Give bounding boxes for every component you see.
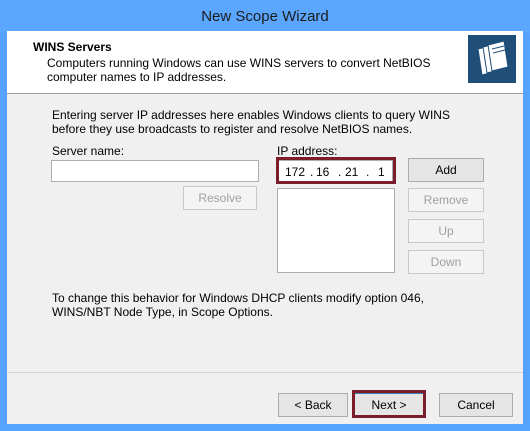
add-button[interactable]: Add	[408, 158, 484, 182]
down-button[interactable]: Down	[408, 250, 484, 274]
resolve-button[interactable]: Resolve	[183, 186, 257, 210]
wizard-window: New Scope Wizard WINS Servers Computers …	[0, 0, 530, 431]
footer-separator	[7, 372, 523, 373]
server-name-input[interactable]	[51, 160, 259, 182]
folders-icon	[468, 35, 516, 83]
window-title: New Scope Wizard	[201, 8, 329, 25]
wins-server-list[interactable]	[277, 188, 395, 273]
title-bar[interactable]: New Scope Wizard	[0, 0, 530, 33]
server-name-label: Server name:	[52, 144, 125, 158]
remove-button[interactable]: Remove	[408, 188, 484, 212]
ip-address-highlight	[276, 157, 396, 184]
page-title: WINS Servers	[33, 40, 112, 54]
intro-text: Entering server IP addresses here enable…	[52, 108, 450, 136]
page-description: Computers running Windows can use WINS s…	[47, 56, 431, 84]
up-button[interactable]: Up	[408, 219, 484, 243]
wizard-client-area: WINS Servers Computers running Windows c…	[7, 31, 523, 424]
ip-address-label: IP address:	[277, 144, 338, 158]
next-button-highlight	[352, 390, 426, 418]
cancel-button[interactable]: Cancel	[439, 393, 513, 417]
scope-options-note: To change this behavior for Windows DHCP…	[52, 291, 424, 319]
back-button[interactable]: < Back	[278, 393, 348, 417]
wizard-header: WINS Servers Computers running Windows c…	[7, 31, 523, 94]
